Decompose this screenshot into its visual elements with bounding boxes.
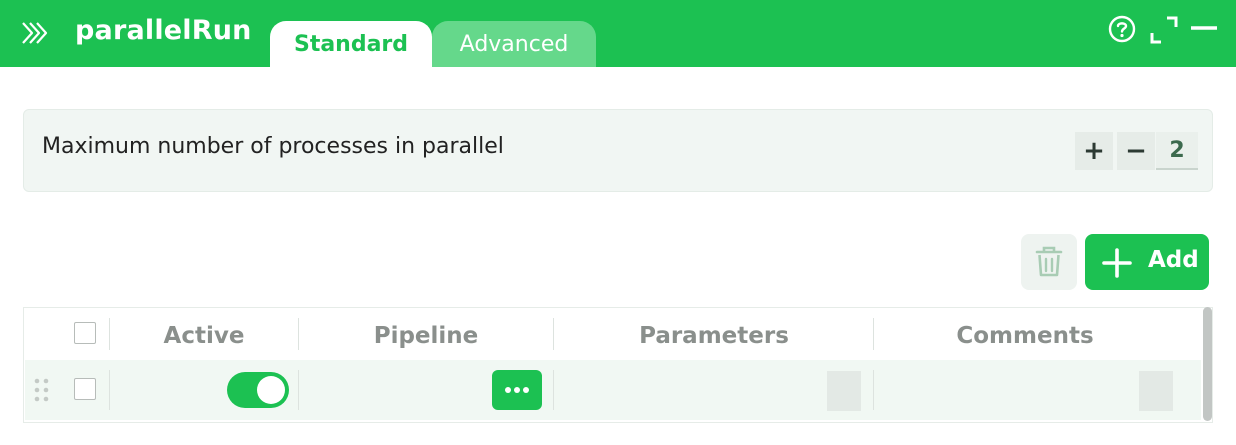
- tab-standard[interactable]: Standard: [270, 21, 432, 67]
- table-scrollbar[interactable]: [1203, 307, 1212, 421]
- trash-icon: [1035, 246, 1063, 277]
- app-title: parallelRun: [75, 15, 252, 46]
- column-header-pipeline[interactable]: Pipeline: [299, 318, 553, 354]
- more-icon: [505, 387, 529, 393]
- parallel-processes-value[interactable]: 2: [1156, 132, 1198, 170]
- header-bar: parallelRun Standard Advanced: [0, 0, 1236, 67]
- tab-advanced[interactable]: Advanced: [432, 21, 596, 67]
- select-all-checkbox[interactable]: [74, 322, 96, 344]
- column-separator: [553, 370, 554, 410]
- parallel-processes-panel: Maximum number of processes in parallel …: [23, 109, 1213, 192]
- minimize-icon[interactable]: [1189, 14, 1219, 44]
- table-row[interactable]: [25, 360, 1201, 420]
- increment-button[interactable]: +: [1075, 132, 1113, 170]
- pipeline-more-button[interactable]: [492, 370, 542, 410]
- column-separator: [873, 370, 874, 410]
- toggle-knob: [257, 376, 285, 404]
- column-header-parameters[interactable]: Parameters: [554, 318, 874, 354]
- parallel-processes-label: Maximum number of processes in parallel: [42, 134, 504, 159]
- delete-button[interactable]: [1021, 234, 1077, 290]
- column-header-comments[interactable]: Comments: [874, 318, 1176, 354]
- drag-handle-icon[interactable]: [33, 377, 51, 403]
- help-icon[interactable]: [1107, 14, 1137, 44]
- column-separator: [298, 370, 299, 410]
- parameters-edit-button[interactable]: [827, 371, 861, 411]
- active-toggle[interactable]: [227, 372, 289, 408]
- column-separator: [109, 370, 110, 410]
- add-button-label: Add: [1148, 247, 1199, 273]
- add-button[interactable]: Add: [1085, 234, 1209, 290]
- decrement-button[interactable]: −: [1117, 132, 1155, 170]
- plus-icon: [1102, 248, 1132, 278]
- pipelines-table: Active Pipeline Parameters Comments: [23, 307, 1213, 423]
- column-header-active[interactable]: Active: [110, 318, 298, 354]
- chevrons-right-icon[interactable]: [20, 20, 50, 46]
- row-select-checkbox[interactable]: [74, 378, 96, 400]
- expand-icon[interactable]: [1149, 15, 1179, 45]
- comments-edit-button[interactable]: [1139, 371, 1173, 411]
